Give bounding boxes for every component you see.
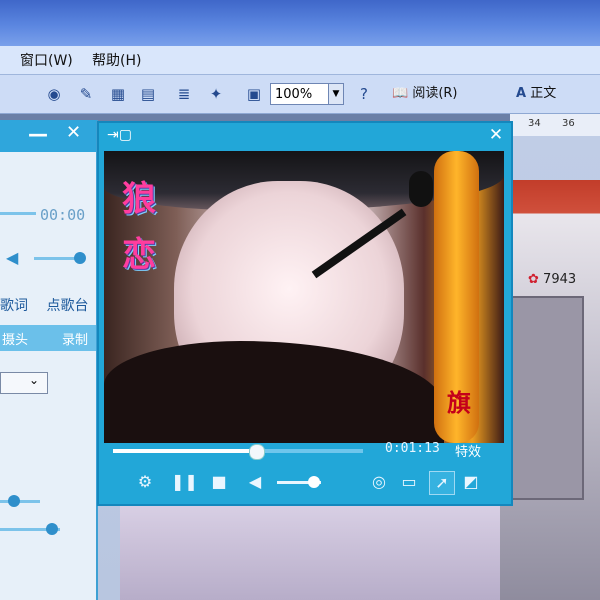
video-caption: 恋 [122, 235, 156, 275]
ruler-mark: 36 [562, 118, 575, 129]
flower-icon: ✿ [528, 272, 539, 287]
video-window: ⇥▢ ✕ 狼 恋 旗 0:01:13 特效 ⚙ ❚❚ ■ ◀ ◎ ▭ ➚ ◩ [97, 121, 513, 506]
read-mode-button[interactable]: 📖 阅读(R) [392, 83, 472, 105]
ruler: 34 36 [510, 114, 600, 137]
left-panel-links: 歌词 点歌台 [0, 295, 88, 315]
style-select[interactable]: A 正文 [516, 83, 600, 105]
menu-help[interactable]: 帮助(H) [92, 50, 141, 70]
settings-icon[interactable]: ⚙ [133, 471, 157, 493]
door-image [510, 296, 584, 500]
effects-button[interactable]: 特效 [455, 441, 481, 460]
toolbar: ◉ ✎ ▦ ▤ ≣ ✦ ▣ 100% ▼ ? 📖 阅读(R) A 正文 [0, 75, 600, 114]
room-counter: ✿ 7943 [528, 272, 576, 287]
style-icon: A [516, 86, 527, 101]
drawing-icon[interactable]: ✦ [206, 84, 226, 104]
excel-icon[interactable]: ▤ [138, 84, 158, 104]
time-readout: 0:01:13 [385, 441, 440, 456]
karaoke-link[interactable]: 点歌台 [46, 298, 88, 314]
left-seek-bar[interactable] [0, 212, 36, 215]
help-icon[interactable]: ? [354, 84, 374, 104]
left-volume-slider[interactable] [34, 252, 86, 264]
lyrics-link[interactable]: 歌词 [0, 298, 28, 314]
table-icon[interactable]: ▦ [108, 84, 128, 104]
video-title-bar[interactable]: ⇥▢ ✕ [99, 123, 511, 149]
seek-bar[interactable] [113, 444, 363, 460]
fullscreen-icon[interactable]: ◩ [459, 471, 483, 493]
volume-knob[interactable] [308, 476, 321, 488]
left-dropdown[interactable]: ⌄ [0, 372, 48, 394]
left-panel-tabs: 摄头 录制 [0, 325, 96, 351]
chevron-down-icon: ⌄ [29, 373, 40, 387]
style-label: 正文 [530, 86, 557, 101]
seek-fill [113, 449, 256, 453]
research-icon[interactable]: ◉ [44, 84, 64, 104]
chevron-down-icon[interactable]: ▼ [328, 84, 343, 104]
pause-icon[interactable]: ❚❚ [171, 471, 198, 493]
ruler-mark: 34 [528, 118, 541, 129]
volume-icon[interactable]: ◀ [243, 471, 267, 493]
room-count-value: 7943 [543, 272, 577, 287]
tab-camera[interactable]: 摄头 [2, 329, 28, 348]
close-icon[interactable]: ✕ [66, 122, 81, 143]
slider-knob[interactable] [46, 523, 58, 535]
columns-icon[interactable]: ≣ [174, 84, 194, 104]
tab-record[interactable]: 录制 [62, 329, 88, 348]
read-mode-label: 阅读(R) [412, 86, 458, 101]
seek-knob[interactable] [248, 444, 265, 460]
left-slider-1[interactable] [0, 495, 40, 507]
volume-slider[interactable] [277, 476, 321, 488]
close-icon[interactable]: ✕ [485, 123, 507, 147]
slider-knob[interactable] [74, 252, 86, 264]
slider-knob[interactable] [8, 495, 20, 507]
cursor-icon[interactable]: ➚ [429, 471, 455, 495]
stop-icon[interactable]: ■ [207, 471, 231, 493]
left-time-readout: 00:00 [40, 206, 86, 224]
app-title-bar [0, 0, 600, 46]
left-media-panel: — ✕ 00:00 ◀ 歌词 点歌台 摄头 录制 ⌄ [0, 120, 98, 600]
minimize-icon[interactable]: — [28, 122, 48, 146]
user-icon[interactable]: ◎ [367, 471, 391, 493]
book-icon: 📖 [392, 86, 409, 101]
doc-map-icon[interactable]: ▣ [244, 84, 264, 104]
zoom-value: 100% [275, 87, 313, 102]
left-slider-2[interactable] [0, 523, 60, 535]
headset-shape [409, 171, 433, 207]
menu-bar: 窗口(W) 帮助(H) [0, 46, 600, 75]
menu-window[interactable]: 窗口(W) [20, 50, 73, 70]
left-panel-header: — ✕ [0, 120, 96, 152]
video-caption: 旗 [447, 388, 471, 417]
zoom-select[interactable]: 100% ▼ [270, 83, 344, 105]
video-feed[interactable]: 狼 恋 旗 [104, 151, 504, 443]
popout-icon[interactable]: ⇥▢ [107, 127, 132, 143]
camera-icon[interactable]: ▭ [397, 471, 421, 493]
background-desk [120, 506, 500, 600]
volume-icon[interactable]: ◀ [6, 248, 18, 267]
edit-icon[interactable]: ✎ [76, 84, 96, 104]
video-caption: 狼 [122, 179, 156, 219]
